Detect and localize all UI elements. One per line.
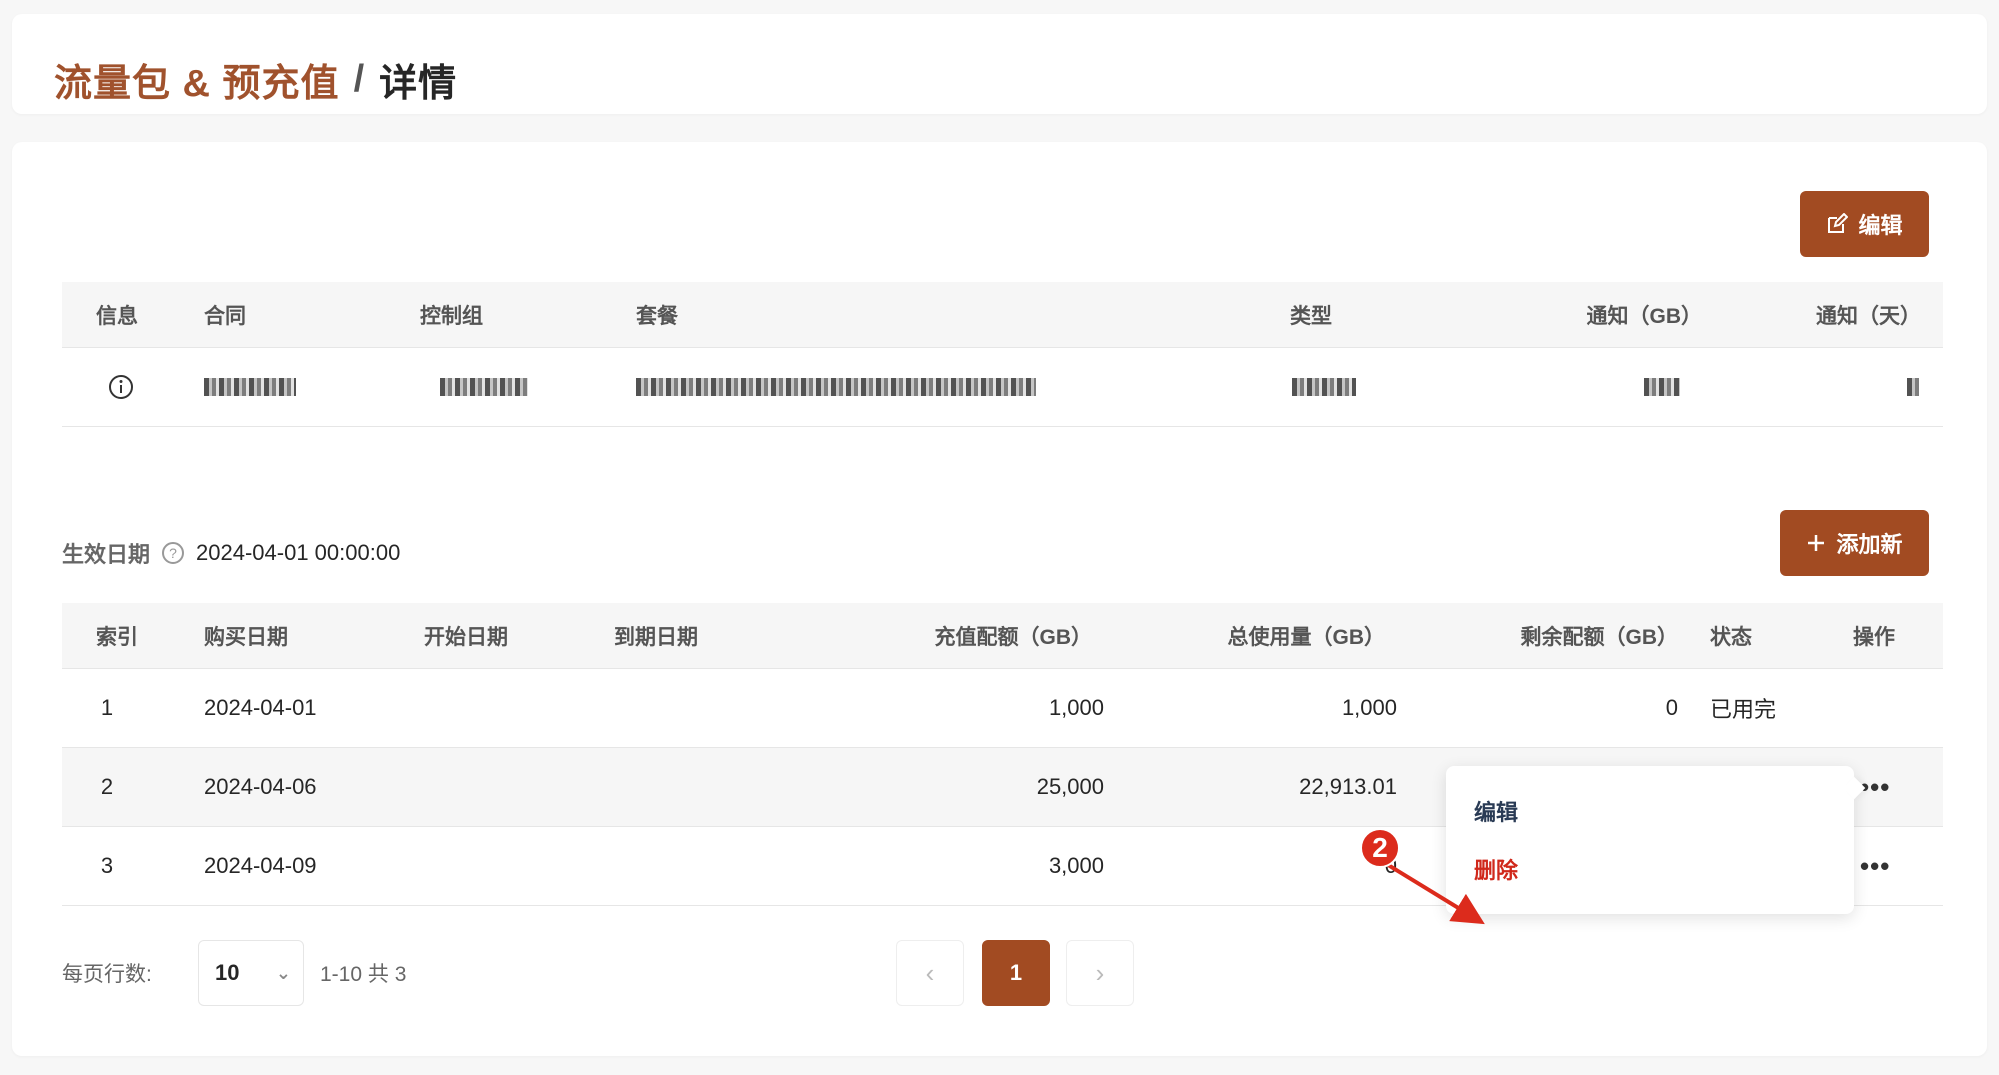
page-size-value: 10 (215, 960, 240, 985)
page-button-current[interactable]: 1 (982, 940, 1050, 1006)
prev-page-button[interactable]: ‹ (896, 940, 964, 1006)
page-size-select[interactable]: 10 ⌄ (198, 940, 304, 1006)
rows-per-page-label: 每页行数: (62, 963, 152, 986)
annotation-callout-badge: 2 (1360, 828, 1400, 868)
chevron-left-icon: ‹ (925, 957, 935, 988)
pagination-bar: 每页行数: 10 ⌄ 1-10 共 3 ‹ 1 › (62, 940, 1943, 1006)
breadcrumb: 流量包 & 预充值 / 详情 (54, 52, 457, 107)
breadcrumb-separator: / (353, 58, 366, 100)
annotation-arrow (1378, 858, 1485, 925)
breadcrumb-current: 详情 (379, 63, 458, 105)
header-card: 流量包 & 预充值 / 详情 (12, 14, 1987, 114)
page-range-text: 1-10 共 3 (320, 963, 407, 986)
next-page-button[interactable]: › (1066, 940, 1134, 1006)
main-card: 编辑 信息 合同 控制组 套餐 类型 通知（GB） 通知（天） 生效日期 ? 2… (12, 142, 1987, 1056)
chevron-right-icon: › (1095, 957, 1105, 988)
breadcrumb-parent-link[interactable]: 流量包 & 预充值 (54, 52, 340, 107)
chevron-down-icon: ⌄ (275, 962, 291, 983)
